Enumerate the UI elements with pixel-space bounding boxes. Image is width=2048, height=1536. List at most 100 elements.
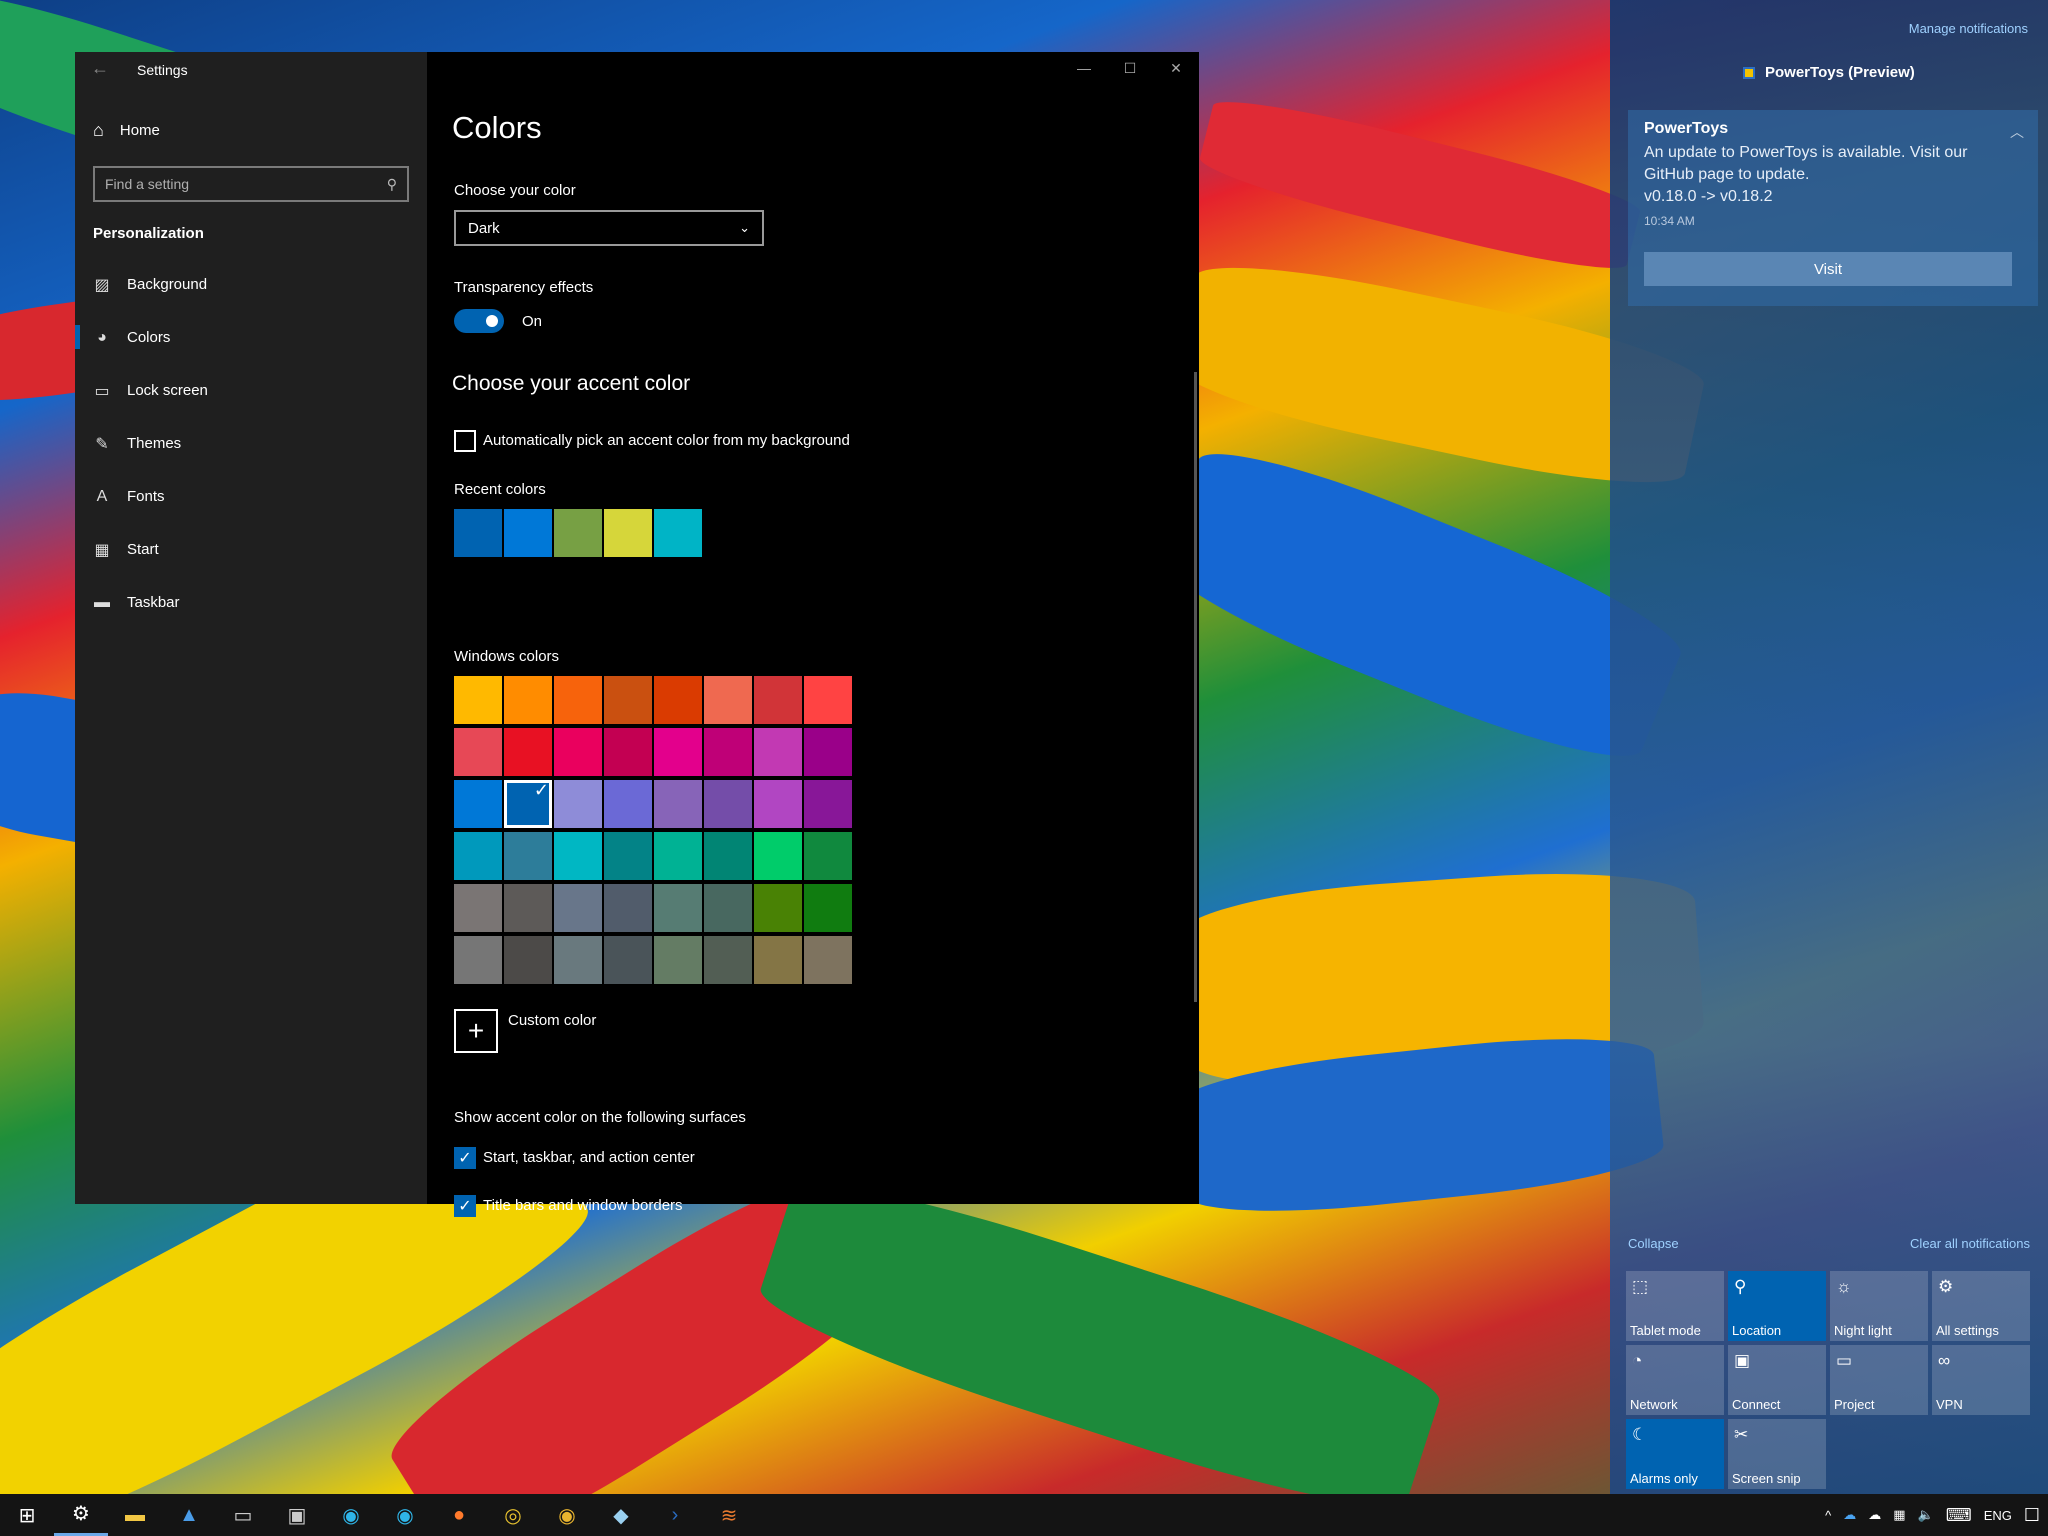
windows-color-swatch[interactable] xyxy=(454,936,502,984)
windows-color-swatch[interactable] xyxy=(504,728,552,776)
collapse-link[interactable]: Collapse xyxy=(1628,1236,1679,1251)
file-explorer-icon[interactable]: ▬ xyxy=(108,1494,162,1536)
windows-color-swatch[interactable] xyxy=(454,884,502,932)
windows-color-swatch[interactable] xyxy=(754,676,802,724)
windows-color-swatch[interactable] xyxy=(604,832,652,880)
windows-color-swatch[interactable] xyxy=(504,936,552,984)
windows-color-swatch[interactable] xyxy=(504,832,552,880)
windows-color-swatch[interactable] xyxy=(554,936,602,984)
windows-color-swatch[interactable] xyxy=(704,728,752,776)
touch-keyboard-icon[interactable]: ⌨ xyxy=(1946,1505,1972,1526)
quick-action-all-settings[interactable]: ⚙All settings xyxy=(1932,1271,2030,1341)
clear-all-notifications-link[interactable]: Clear all notifications xyxy=(1910,1236,2030,1251)
quick-action-project[interactable]: ▭Project xyxy=(1830,1345,1928,1415)
windows-color-swatch[interactable] xyxy=(604,884,652,932)
quick-action-alarms-only[interactable]: ☾Alarms only xyxy=(1626,1419,1724,1489)
custom-color-button[interactable]: + xyxy=(454,1009,498,1053)
search-icon[interactable]: ⚲ xyxy=(387,176,397,193)
windows-color-swatch[interactable] xyxy=(504,884,552,932)
quick-action-connect[interactable]: ▣Connect xyxy=(1728,1345,1826,1415)
search-input[interactable] xyxy=(105,176,365,192)
windows-color-swatch[interactable] xyxy=(704,676,752,724)
windows-color-swatch[interactable] xyxy=(804,780,852,828)
windows-color-swatch[interactable] xyxy=(454,728,502,776)
quick-action-screen-snip[interactable]: ✂Screen snip xyxy=(1728,1419,1826,1489)
volume-icon[interactable]: 🔈 xyxy=(1918,1507,1934,1523)
windows-color-swatch[interactable] xyxy=(754,780,802,828)
manage-notifications-link[interactable]: Manage notifications xyxy=(1909,21,2028,36)
windows-color-swatch[interactable] xyxy=(554,676,602,724)
windows-color-swatch[interactable] xyxy=(554,728,602,776)
windows-color-swatch[interactable] xyxy=(804,832,852,880)
edge-beta-icon[interactable]: ◉ xyxy=(378,1494,432,1536)
auto-pick-checkbox[interactable] xyxy=(454,430,476,452)
windows-color-swatch[interactable] xyxy=(654,884,702,932)
show-hidden-icons-chevron-icon[interactable]: ^ xyxy=(1825,1508,1831,1523)
back-arrow-icon[interactable]: ← xyxy=(91,58,109,79)
sidebar-item-taskbar[interactable]: ▬Taskbar xyxy=(75,576,427,629)
language-indicator[interactable]: ENG xyxy=(1984,1508,2012,1523)
windows-color-swatch[interactable] xyxy=(804,936,852,984)
windows-color-swatch[interactable] xyxy=(704,884,752,932)
windows-color-swatch[interactable] xyxy=(754,884,802,932)
onedrive-icon[interactable]: ☁ xyxy=(1843,1507,1856,1523)
edge-icon[interactable]: ◉ xyxy=(324,1494,378,1536)
windows-color-swatch[interactable] xyxy=(754,728,802,776)
windows-color-swatch[interactable] xyxy=(604,936,652,984)
windows-color-swatch[interactable] xyxy=(754,832,802,880)
windows-color-swatch[interactable] xyxy=(504,676,552,724)
choose-color-dropdown[interactable]: Dark ⌄ xyxy=(454,210,764,246)
windows-color-swatch[interactable] xyxy=(554,780,602,828)
recent-color-swatch[interactable] xyxy=(554,509,602,557)
windows-color-swatch[interactable] xyxy=(654,780,702,828)
search-box[interactable]: ⚲ xyxy=(93,166,409,202)
quick-action-network[interactable]: ◔Network xyxy=(1626,1345,1724,1415)
content-scrollbar[interactable] xyxy=(1194,372,1197,1002)
sidebar-item-themes[interactable]: ✎Themes xyxy=(75,417,427,470)
windows-color-swatch[interactable] xyxy=(454,676,502,724)
chrome-icon[interactable]: ◎ xyxy=(486,1494,540,1536)
edge-canary-icon[interactable]: ◉ xyxy=(540,1494,594,1536)
network-icon[interactable]: ▦ xyxy=(1893,1507,1905,1523)
visit-button[interactable]: Visit xyxy=(1644,252,2012,286)
quick-action-night-light[interactable]: ☼Night light xyxy=(1830,1271,1928,1341)
chevron-up-icon[interactable]: ︿ xyxy=(2010,122,2024,142)
sidebar-item-background[interactable]: ▨Background xyxy=(75,258,427,311)
custom-color-label[interactable]: Custom color xyxy=(508,1012,596,1029)
sidebar-item-fonts[interactable]: AFonts xyxy=(75,470,427,523)
paint-icon[interactable]: ◆ xyxy=(594,1494,648,1536)
notifications-icon[interactable]: ☐ xyxy=(2024,1505,2040,1526)
windows-color-swatch[interactable] xyxy=(554,832,602,880)
windows-color-swatch[interactable] xyxy=(704,780,752,828)
sidebar-item-lock-screen[interactable]: ▭Lock screen xyxy=(75,364,427,417)
quick-action-tablet-mode[interactable]: ⬚Tablet mode xyxy=(1626,1271,1724,1341)
close-button[interactable]: ✕ xyxy=(1153,52,1199,84)
sidebar-item-colors[interactable]: ◕Colors xyxy=(75,311,427,364)
surface-start-checkbox[interactable]: ✓ xyxy=(454,1147,476,1169)
windows-color-swatch[interactable] xyxy=(654,728,702,776)
powershell-icon[interactable]: › xyxy=(648,1494,702,1536)
start-icon[interactable]: ⊞ xyxy=(0,1494,54,1536)
windows-color-swatch[interactable] xyxy=(704,832,752,880)
windows-color-swatch[interactable] xyxy=(654,832,702,880)
recent-color-swatch[interactable] xyxy=(604,509,652,557)
windows-color-swatch[interactable] xyxy=(604,728,652,776)
windows-color-swatch[interactable] xyxy=(704,936,752,984)
cmd-icon[interactable]: ▭ xyxy=(216,1494,270,1536)
recent-color-swatch[interactable] xyxy=(504,509,552,557)
notification-card[interactable]: PowerToys ︿ An update to PowerToys is av… xyxy=(1628,110,2038,306)
recent-color-swatch[interactable] xyxy=(654,509,702,557)
photos-icon[interactable]: ▲ xyxy=(162,1494,216,1536)
recent-color-swatch[interactable] xyxy=(454,509,502,557)
windows-color-swatch[interactable] xyxy=(554,884,602,932)
minimize-button[interactable]: — xyxy=(1061,52,1107,84)
windows-color-swatch[interactable] xyxy=(654,936,702,984)
terminal-icon[interactable]: ▣ xyxy=(270,1494,324,1536)
firefox-icon[interactable]: ● xyxy=(432,1494,486,1536)
windows-color-swatch[interactable] xyxy=(654,676,702,724)
windows-color-swatch[interactable] xyxy=(804,884,852,932)
windows-color-swatch[interactable] xyxy=(604,780,652,828)
windows-color-swatch[interactable] xyxy=(604,676,652,724)
maximize-button[interactable]: ☐ xyxy=(1107,52,1153,84)
windows-color-swatch[interactable] xyxy=(454,780,502,828)
